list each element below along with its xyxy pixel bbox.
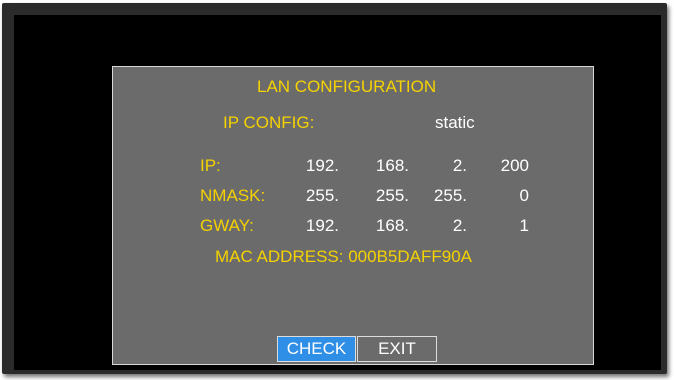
gway-octet-2[interactable]: 168. [359,216,409,236]
ip-octet-2[interactable]: 168. [359,156,409,176]
screen-frame: LAN CONFIGURATION IP CONFIG: static IP: … [2,3,667,374]
dialog-title: LAN CONFIGURATION [257,77,437,96]
lan-configuration-dialog: LAN CONFIGURATION IP CONFIG: static IP: … [112,66,594,365]
gway-octet-3[interactable]: 2. [417,216,467,236]
nmask-octet-4[interactable]: 0 [479,186,529,206]
ip-octet-3[interactable]: 2. [417,156,467,176]
display-screen: LAN CONFIGURATION IP CONFIG: static IP: … [14,15,661,370]
nmask-label: NMASK: [200,186,266,205]
mac-address-value: 000B5DAFF90A [348,247,473,266]
gway-octet-4[interactable]: 1 [479,216,529,236]
gway-label: GWAY: [200,216,254,235]
nmask-octet-3[interactable]: 255. [417,186,467,206]
ip-config-value[interactable]: static [435,113,475,133]
mac-address-label: MAC ADDRESS: [215,247,344,266]
device-bezel: LAN CONFIGURATION IP CONFIG: static IP: … [0,0,675,380]
ip-octet-4[interactable]: 200 [479,156,529,176]
ip-octet-1[interactable]: 192. [289,156,339,176]
ip-label: IP: [200,156,221,175]
nmask-octet-1[interactable]: 255. [289,186,339,206]
ip-config-label: IP CONFIG: [223,113,315,132]
check-button[interactable]: CHECK [277,336,356,362]
gway-octet-1[interactable]: 192. [289,216,339,236]
exit-button[interactable]: EXIT [357,336,437,362]
nmask-octet-2[interactable]: 255. [359,186,409,206]
mac-address: MAC ADDRESS: 000B5DAFF90A [215,247,472,267]
